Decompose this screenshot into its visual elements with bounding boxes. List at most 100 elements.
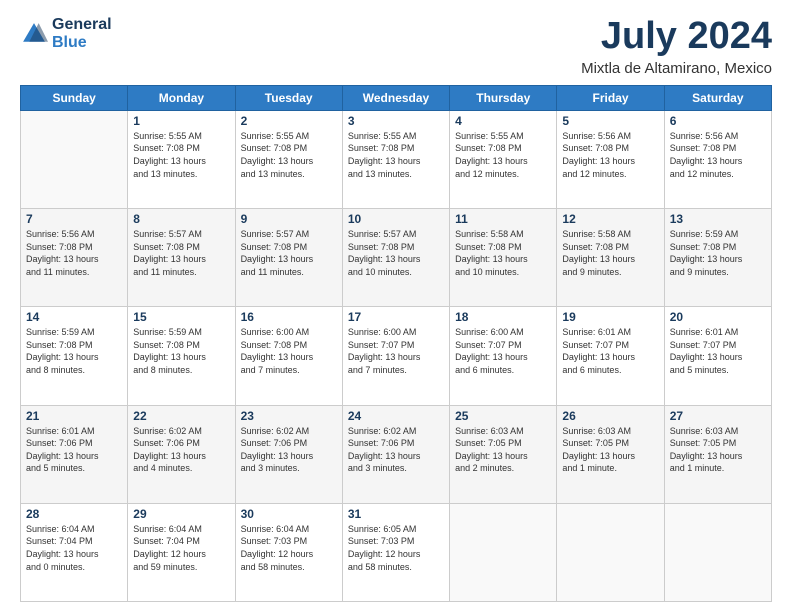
day-number: 13 <box>670 212 766 226</box>
day-info: Sunrise: 6:01 AM Sunset: 7:06 PM Dayligh… <box>26 425 122 475</box>
day-info: Sunrise: 6:00 AM Sunset: 7:08 PM Dayligh… <box>241 326 337 376</box>
day-number: 27 <box>670 409 766 423</box>
weekday-header-friday: Friday <box>557 85 664 110</box>
day-info: Sunrise: 6:03 AM Sunset: 7:05 PM Dayligh… <box>562 425 658 475</box>
weekday-header-saturday: Saturday <box>664 85 771 110</box>
day-number: 19 <box>562 310 658 324</box>
day-info: Sunrise: 5:55 AM Sunset: 7:08 PM Dayligh… <box>348 130 444 180</box>
calendar-cell: 14 Sunrise: 5:59 AM Sunset: 7:08 PM Dayli… <box>21 307 128 405</box>
calendar-table: SundayMondayTuesdayWednesdayThursdayFrid… <box>20 85 772 602</box>
calendar-cell: 1 Sunrise: 5:55 AM Sunset: 7:08 PM Daylig… <box>128 110 235 208</box>
day-number: 25 <box>455 409 551 423</box>
day-number: 6 <box>670 114 766 128</box>
day-info: Sunrise: 6:03 AM Sunset: 7:05 PM Dayligh… <box>455 425 551 475</box>
day-info: Sunrise: 6:04 AM Sunset: 7:04 PM Dayligh… <box>133 523 229 573</box>
day-number: 22 <box>133 409 229 423</box>
day-info: Sunrise: 6:01 AM Sunset: 7:07 PM Dayligh… <box>562 326 658 376</box>
title-block: July 2024 Mixtla de Altamirano, Mexico <box>581 16 772 77</box>
day-number: 23 <box>241 409 337 423</box>
day-info: Sunrise: 5:56 AM Sunset: 7:08 PM Dayligh… <box>670 130 766 180</box>
day-info: Sunrise: 6:02 AM Sunset: 7:06 PM Dayligh… <box>241 425 337 475</box>
calendar-cell: 3Sunrise: 5:55 AM Sunset: 7:08 PM Daylig… <box>342 110 449 208</box>
day-info: Sunrise: 5:56 AM Sunset: 7:08 PM Dayligh… <box>562 130 658 180</box>
calendar-cell: 27Sunrise: 6:03 AM Sunset: 7:05 PM Dayli… <box>664 405 771 503</box>
day-info: Sunrise: 5:55 AM Sunset: 7:08 PM Dayligh… <box>241 130 337 180</box>
day-info: Sunrise: 6:04 AM Sunset: 7:03 PM Dayligh… <box>241 523 337 573</box>
day-number: 21 <box>26 409 122 423</box>
calendar-cell: 2 Sunrise: 5:55 AM Sunset: 7:08 PM Daylig… <box>235 110 342 208</box>
day-number: 24 <box>348 409 444 423</box>
weekday-header-wednesday: Wednesday <box>342 85 449 110</box>
weekday-header-tuesday: Tuesday <box>235 85 342 110</box>
day-info: Sunrise: 6:05 AM Sunset: 7:03 PM Dayligh… <box>348 523 444 573</box>
day-info: Sunrise: 5:58 AM Sunset: 7:08 PM Dayligh… <box>562 228 658 278</box>
calendar-cell <box>450 503 557 601</box>
day-info: Sunrise: 5:59 AM Sunset: 7:08 PM Dayligh… <box>670 228 766 278</box>
calendar-cell: 8 Sunrise: 5:57 AM Sunset: 7:08 PM Daylig… <box>128 209 235 307</box>
day-number: 10 <box>348 212 444 226</box>
day-number: 31 <box>348 507 444 521</box>
day-info: Sunrise: 5:56 AM Sunset: 7:08 PM Dayligh… <box>26 228 122 278</box>
day-info: Sunrise: 5:55 AM Sunset: 7:08 PM Dayligh… <box>133 130 229 180</box>
day-number: 17 <box>348 310 444 324</box>
day-info: Sunrise: 6:00 AM Sunset: 7:07 PM Dayligh… <box>455 326 551 376</box>
day-info: Sunrise: 5:59 AM Sunset: 7:08 PM Dayligh… <box>26 326 122 376</box>
calendar-week-row: 1 Sunrise: 5:55 AM Sunset: 7:08 PM Daylig… <box>21 110 772 208</box>
calendar-cell: 19 Sunrise: 6:01 AM Sunset: 7:07 PM Dayli… <box>557 307 664 405</box>
location-title: Mixtla de Altamirano, Mexico <box>581 60 772 77</box>
day-number: 5 <box>562 114 658 128</box>
calendar-cell: 21 Sunrise: 6:01 AM Sunset: 7:06 PM Dayli… <box>21 405 128 503</box>
page: General Blue July 2024 Mixtla de Altamir… <box>0 0 792 612</box>
day-number: 12 <box>562 212 658 226</box>
calendar-cell <box>664 503 771 601</box>
logo: General Blue <box>20 16 112 51</box>
day-info: Sunrise: 6:02 AM Sunset: 7:06 PM Dayligh… <box>133 425 229 475</box>
calendar-cell: 28Sunrise: 6:04 AM Sunset: 7:04 PM Dayli… <box>21 503 128 601</box>
day-number: 14 <box>26 310 122 324</box>
day-info: Sunrise: 6:04 AM Sunset: 7:04 PM Dayligh… <box>26 523 122 573</box>
calendar-cell: 26 Sunrise: 6:03 AM Sunset: 7:05 PM Dayli… <box>557 405 664 503</box>
day-number: 8 <box>133 212 229 226</box>
day-info: Sunrise: 5:55 AM Sunset: 7:08 PM Dayligh… <box>455 130 551 180</box>
calendar-cell: 9 Sunrise: 5:57 AM Sunset: 7:08 PM Daylig… <box>235 209 342 307</box>
month-title: July 2024 <box>581 16 772 58</box>
day-number: 4 <box>455 114 551 128</box>
day-number: 20 <box>670 310 766 324</box>
calendar-week-row: 7 Sunrise: 5:56 AM Sunset: 7:08 PM Daylig… <box>21 209 772 307</box>
day-info: Sunrise: 6:01 AM Sunset: 7:07 PM Dayligh… <box>670 326 766 376</box>
calendar-cell: 15 Sunrise: 5:59 AM Sunset: 7:08 PM Dayli… <box>128 307 235 405</box>
day-number: 9 <box>241 212 337 226</box>
calendar-cell: 5 Sunrise: 5:56 AM Sunset: 7:08 PM Daylig… <box>557 110 664 208</box>
header: General Blue July 2024 Mixtla de Altamir… <box>20 16 772 77</box>
calendar-cell: 23 Sunrise: 6:02 AM Sunset: 7:06 PM Dayli… <box>235 405 342 503</box>
day-info: Sunrise: 5:59 AM Sunset: 7:08 PM Dayligh… <box>133 326 229 376</box>
calendar-cell: 7 Sunrise: 5:56 AM Sunset: 7:08 PM Daylig… <box>21 209 128 307</box>
day-info: Sunrise: 5:57 AM Sunset: 7:08 PM Dayligh… <box>133 228 229 278</box>
day-number: 29 <box>133 507 229 521</box>
day-number: 7 <box>26 212 122 226</box>
calendar-cell: 25 Sunrise: 6:03 AM Sunset: 7:05 PM Dayli… <box>450 405 557 503</box>
calendar-cell: 10Sunrise: 5:57 AM Sunset: 7:08 PM Dayli… <box>342 209 449 307</box>
day-number: 16 <box>241 310 337 324</box>
calendar-cell: 20 Sunrise: 6:01 AM Sunset: 7:07 PM Dayli… <box>664 307 771 405</box>
day-number: 18 <box>455 310 551 324</box>
calendar-cell: 17Sunrise: 6:00 AM Sunset: 7:07 PM Dayli… <box>342 307 449 405</box>
calendar-cell: 16 Sunrise: 6:00 AM Sunset: 7:08 PM Dayli… <box>235 307 342 405</box>
calendar-cell <box>557 503 664 601</box>
day-number: 2 <box>241 114 337 128</box>
weekday-header-sunday: Sunday <box>21 85 128 110</box>
calendar-cell: 24 Sunrise: 6:02 AM Sunset: 7:06 PM Dayli… <box>342 405 449 503</box>
day-number: 26 <box>562 409 658 423</box>
day-number: 11 <box>455 212 551 226</box>
day-number: 1 <box>133 114 229 128</box>
day-number: 15 <box>133 310 229 324</box>
day-info: Sunrise: 5:57 AM Sunset: 7:08 PM Dayligh… <box>241 228 337 278</box>
calendar-week-row: 21 Sunrise: 6:01 AM Sunset: 7:06 PM Dayli… <box>21 405 772 503</box>
calendar-cell: 18 Sunrise: 6:00 AM Sunset: 7:07 PM Dayli… <box>450 307 557 405</box>
day-info: Sunrise: 6:02 AM Sunset: 7:06 PM Dayligh… <box>348 425 444 475</box>
calendar-week-row: 28Sunrise: 6:04 AM Sunset: 7:04 PM Dayli… <box>21 503 772 601</box>
calendar-cell: 6 Sunrise: 5:56 AM Sunset: 7:08 PM Daylig… <box>664 110 771 208</box>
calendar-cell: 4 Sunrise: 5:55 AM Sunset: 7:08 PM Daylig… <box>450 110 557 208</box>
calendar-cell: 29 Sunrise: 6:04 AM Sunset: 7:04 PM Dayli… <box>128 503 235 601</box>
logo-icon <box>20 20 48 48</box>
